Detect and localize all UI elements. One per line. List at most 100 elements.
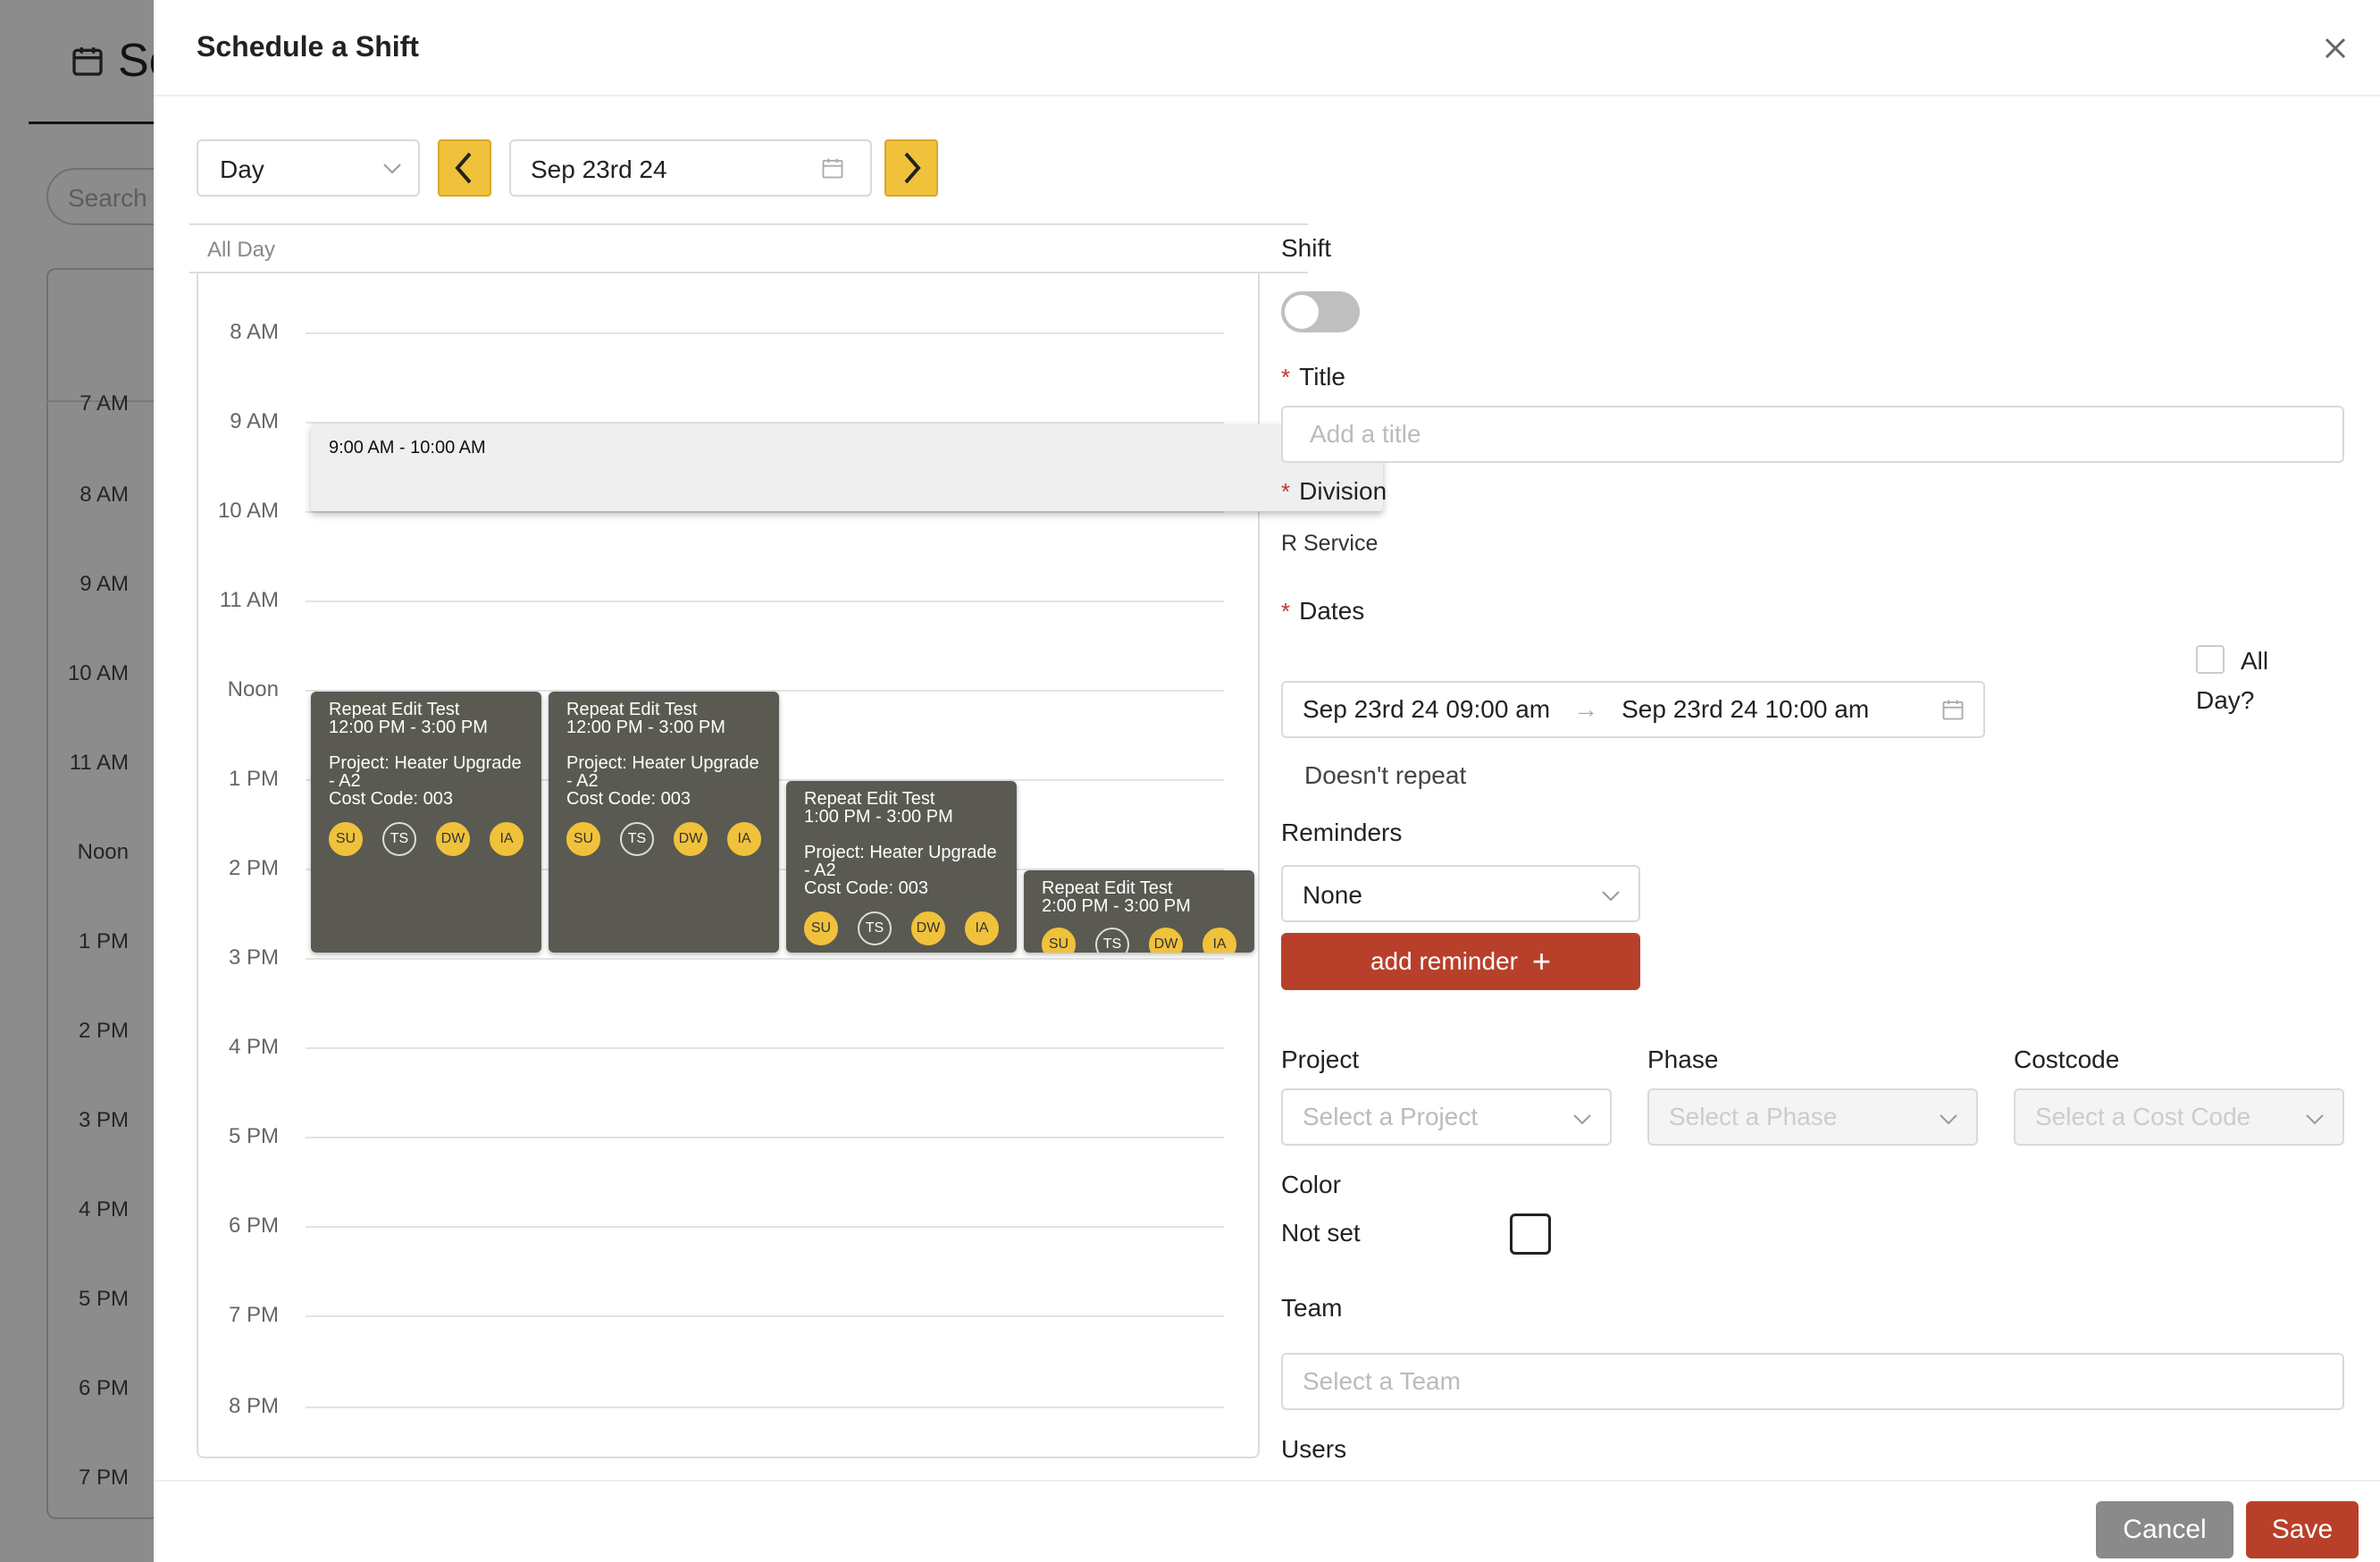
- costcode-select[interactable]: Select a Cost Code: [2014, 1088, 2344, 1146]
- team-placeholder: Select a Team: [1303, 1367, 1461, 1395]
- save-button[interactable]: Save: [2246, 1501, 2359, 1558]
- all-day-checkbox-label-2: Day?: [2196, 686, 2255, 714]
- project-placeholder: Select a Project: [1303, 1103, 1479, 1130]
- hour-label: 8 AM: [230, 320, 279, 344]
- calendar-event[interactable]: Repeat Edit Test 1:00 PM - 3:00 PM Proje…: [786, 781, 1017, 953]
- hour-label: 5 PM: [228, 1124, 279, 1148]
- hour-line[interactable]: [306, 600, 1224, 602]
- event-avatars: SU TS DW IA: [566, 822, 761, 856]
- event-cost-code: Cost Code: 003: [804, 878, 928, 898]
- date-range-picker[interactable]: Sep 23rd 24 09:00 am → Sep 23rd 24 10:00…: [1281, 681, 1985, 738]
- selected-time-slot[interactable]: 9:00 AM - 10:00 AM: [311, 424, 1383, 511]
- hour-line[interactable]: [306, 958, 1224, 960]
- event-title: Repeat Edit Test: [804, 789, 935, 809]
- shift-toggle[interactable]: [1281, 291, 1360, 332]
- hour-label: 1 PM: [228, 767, 279, 791]
- event-cost-code: Cost Code: 003: [566, 789, 691, 809]
- costcode-label: Costcode: [2014, 1046, 2120, 1073]
- event-title: Repeat Edit Test: [566, 700, 698, 719]
- hour-line[interactable]: [306, 1315, 1224, 1317]
- avatar[interactable]: DW: [911, 911, 945, 945]
- phase-label: Phase: [1647, 1046, 1719, 1073]
- event-time: 1:00 PM - 3:00 PM: [804, 807, 953, 827]
- all-day-checkbox-label: All: [2241, 647, 2269, 675]
- avatar[interactable]: SU: [566, 822, 600, 856]
- view-select-value: Day: [220, 155, 264, 183]
- cancel-button[interactable]: Cancel: [2096, 1501, 2233, 1558]
- chevron-left-icon: [455, 152, 472, 184]
- event-title: Repeat Edit Test: [1042, 878, 1173, 898]
- all-day-checkbox[interactable]: [2196, 645, 2225, 674]
- avatar[interactable]: IA: [490, 822, 524, 856]
- avatar[interactable]: IA: [965, 911, 999, 945]
- date-picker-value: Sep 23rd 24: [531, 155, 667, 183]
- hour-label: 10 AM: [217, 499, 279, 523]
- reminder-select-value: None: [1303, 881, 1362, 909]
- next-day-button[interactable]: [884, 139, 938, 197]
- avatar[interactable]: TS: [858, 911, 892, 945]
- hour-line[interactable]: [306, 511, 1224, 513]
- chevron-down-icon: [1602, 891, 1620, 902]
- avatar[interactable]: TS: [382, 822, 416, 856]
- avatar[interactable]: DW: [436, 822, 470, 856]
- hour-line[interactable]: [306, 1407, 1224, 1408]
- chevron-down-icon: [1573, 1114, 1591, 1125]
- hour-label: 7 PM: [228, 1303, 279, 1327]
- drawer-title: Schedule a Shift: [197, 30, 419, 63]
- event-time: 2:00 PM - 3:00 PM: [1042, 896, 1191, 916]
- avatar[interactable]: DW: [674, 822, 708, 856]
- drawer-header: Schedule a Shift: [154, 0, 2380, 97]
- hour-label: 6 PM: [228, 1213, 279, 1238]
- start-date: Sep 23rd 24 09:00 am: [1303, 695, 1551, 723]
- add-reminder-button[interactable]: add reminder +: [1281, 933, 1640, 990]
- phase-placeholder: Select a Phase: [1669, 1103, 1838, 1130]
- calendar-event[interactable]: Repeat Edit Test 12:00 PM - 3:00 PM Proj…: [549, 692, 779, 953]
- reminder-select[interactable]: None: [1281, 865, 1640, 922]
- repeat-select[interactable]: Doesn't repeat: [1304, 761, 1466, 790]
- calendar-event[interactable]: Repeat Edit Test 12:00 PM - 3:00 PM Proj…: [311, 692, 541, 953]
- view-select[interactable]: Day: [197, 139, 420, 197]
- end-date: Sep 23rd 24 10:00 am: [1622, 695, 1870, 723]
- avatar[interactable]: DW: [1149, 928, 1183, 953]
- event-time: 12:00 PM - 3:00 PM: [329, 718, 488, 737]
- event-avatars: SU TS DW IA: [804, 911, 999, 945]
- project-label: Project: [1281, 1046, 1360, 1073]
- previous-day-button[interactable]: [438, 139, 491, 197]
- event-project-code: - A2: [804, 861, 836, 880]
- close-button[interactable]: [2317, 30, 2353, 66]
- event-project: Project: Heater Upgrade: [329, 753, 522, 773]
- team-select[interactable]: Select a Team: [1281, 1353, 2344, 1410]
- hour-line[interactable]: [306, 1137, 1224, 1138]
- event-avatars: SU TS DW IA: [329, 822, 524, 856]
- phase-select[interactable]: Select a Phase: [1647, 1088, 1978, 1146]
- arrow-right-icon: →: [1573, 695, 1599, 723]
- color-picker[interactable]: [1510, 1213, 1551, 1255]
- event-title: Repeat Edit Test: [329, 700, 460, 719]
- chevron-down-icon: [383, 164, 401, 174]
- hour-line[interactable]: [306, 332, 1224, 334]
- calendar-event[interactable]: Repeat Edit Test 2:00 PM - 3:00 PM SU TS…: [1024, 870, 1254, 953]
- color-value: Not set: [1281, 1219, 1361, 1247]
- avatar[interactable]: TS: [1095, 928, 1129, 953]
- project-select[interactable]: Select a Project: [1281, 1088, 1612, 1146]
- avatar[interactable]: SU: [1042, 928, 1076, 953]
- avatar[interactable]: TS: [620, 822, 654, 856]
- avatar[interactable]: SU: [804, 911, 838, 945]
- date-picker[interactable]: Sep 23rd 24: [509, 139, 872, 197]
- avatar[interactable]: SU: [329, 822, 363, 856]
- avatar[interactable]: IA: [727, 822, 761, 856]
- team-label: Team: [1281, 1294, 1343, 1322]
- dates-label: * Dates: [1281, 597, 1365, 625]
- all-day-row[interactable]: [189, 223, 1308, 273]
- title-input[interactable]: Add a title: [1281, 406, 2344, 463]
- costcode-placeholder: Select a Cost Code: [2035, 1103, 2251, 1130]
- reminders-label: Reminders: [1281, 819, 1403, 846]
- calendar-icon: [1942, 700, 1964, 720]
- avatar[interactable]: IA: [1203, 928, 1236, 953]
- hour-label: 4 PM: [228, 1035, 279, 1059]
- calendar-icon: [822, 158, 843, 179]
- chevron-down-icon: [2306, 1114, 2324, 1125]
- close-icon: [2325, 38, 2346, 59]
- hour-line[interactable]: [306, 1047, 1224, 1049]
- hour-line[interactable]: [306, 1226, 1224, 1228]
